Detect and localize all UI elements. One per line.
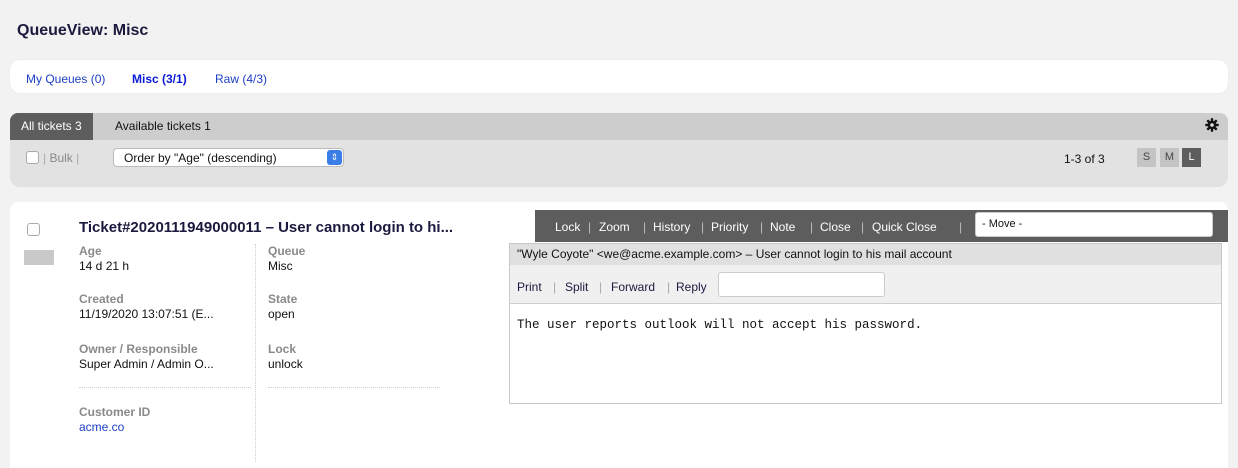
tab-all-tickets[interactable]: All tickets 3 <box>10 113 93 140</box>
move-queue-select[interactable]: - Move - <box>975 212 1213 237</box>
separator: | <box>701 220 705 234</box>
action-note[interactable]: Note <box>770 220 795 234</box>
article-body: The user reports outlook will not accept… <box>517 318 923 332</box>
customer-id-link[interactable]: acme.co <box>79 419 150 436</box>
field-queue: Queue Misc <box>268 244 305 275</box>
action-priority[interactable]: Priority <box>711 220 748 234</box>
overview-toolbar: | Bulk | Order by "Age" (descending) ⇕ 1… <box>10 140 1228 170</box>
article-preview: "Wyle Coyote" <we@acme.example.com> – Us… <box>509 243 1222 404</box>
action-lock[interactable]: Lock <box>555 220 580 234</box>
action-quick-close[interactable]: Quick Close <box>872 220 937 234</box>
field-label: Age <box>79 244 102 258</box>
article-action-split[interactable]: Split <box>565 280 588 294</box>
field-owner: Owner / Responsible Super Admin / Admin … <box>79 342 214 373</box>
queue-link-my-queues[interactable]: My Queues (0) <box>26 72 105 86</box>
ticket-title[interactable]: Ticket#2020111949000011 – User cannot lo… <box>79 219 453 236</box>
column-divider <box>255 244 256 462</box>
ticket-checkbox[interactable] <box>27 223 40 236</box>
page-title: QueueView: Misc <box>17 22 149 39</box>
separator: | <box>599 280 603 294</box>
view-size-medium-button[interactable]: M <box>1160 148 1179 167</box>
separator: | <box>760 220 764 234</box>
divider <box>79 387 251 388</box>
separator: | <box>553 280 557 294</box>
action-close[interactable]: Close <box>820 220 851 234</box>
field-label: Lock <box>268 342 297 356</box>
article-action-forward[interactable]: Forward <box>611 280 655 294</box>
field-value: 14 d 21 h <box>79 259 130 273</box>
queue-link-misc[interactable]: Misc (3/1) <box>132 72 187 86</box>
field-customer-id: Customer ID acme.co <box>79 405 150 436</box>
select-all-checkbox[interactable] <box>26 151 39 164</box>
field-value: unlock <box>268 357 303 371</box>
field-value: Misc <box>268 259 293 273</box>
reply-template-select[interactable] <box>718 272 885 297</box>
separator: | <box>643 220 647 234</box>
article-action-print[interactable]: Print <box>517 280 542 294</box>
view-size-large-button[interactable]: L <box>1182 148 1201 167</box>
field-label: Created <box>79 292 124 306</box>
queue-link-raw[interactable]: Raw (4/3) <box>215 72 267 86</box>
view-size-small-button[interactable]: S <box>1137 148 1156 167</box>
field-label: Owner / Responsible <box>79 342 198 356</box>
filter-tabs: All tickets 3 Available tickets 1 <box>10 113 1228 140</box>
field-lock: Lock unlock <box>268 342 303 373</box>
field-created: Created 11/19/2020 13:07:51 (E... <box>79 292 214 323</box>
field-value: open <box>268 307 295 321</box>
tab-available-tickets[interactable]: Available tickets 1 <box>104 113 222 140</box>
ticket-overview-header: All tickets 3 Available tickets 1 | Bulk… <box>10 113 1228 187</box>
bulk-action[interactable]: | Bulk | <box>43 151 79 165</box>
order-by-value: Order by "Age" (descending) <box>124 151 277 165</box>
action-history[interactable]: History <box>653 220 690 234</box>
action-zoom[interactable]: Zoom <box>599 220 630 234</box>
gear-icon[interactable] <box>1205 118 1220 133</box>
separator: | <box>588 220 592 234</box>
select-arrows-icon: ⇕ <box>327 150 342 165</box>
field-state: State open <box>268 292 297 323</box>
separator: | <box>810 220 814 234</box>
pagination-info: 1-3 of 3 <box>1064 152 1105 166</box>
field-label: Customer ID <box>79 405 151 419</box>
field-label: Queue <box>268 244 306 258</box>
separator: | <box>667 280 671 294</box>
article-action-reply[interactable]: Reply <box>676 280 707 294</box>
priority-indicator <box>24 250 54 265</box>
article-toolbar: Print | Split | Forward | Reply <box>510 265 1221 304</box>
separator: | <box>959 220 963 234</box>
field-value: Super Admin / Admin O... <box>79 357 214 371</box>
article-header[interactable]: "Wyle Coyote" <we@acme.example.com> – Us… <box>510 244 1221 265</box>
ticket-action-bar: Lock | Zoom | History | Priority | Note … <box>535 210 1228 242</box>
order-by-select[interactable]: Order by "Age" (descending) ⇕ <box>113 148 344 167</box>
field-age: Age 14 d 21 h <box>79 244 129 275</box>
queue-navigation: My Queues (0) Misc (3/1) Raw (4/3) <box>10 60 1228 93</box>
separator: | <box>861 220 865 234</box>
field-value: 11/19/2020 13:07:51 (E... <box>79 307 214 321</box>
field-label: State <box>268 292 298 306</box>
divider <box>268 387 440 388</box>
